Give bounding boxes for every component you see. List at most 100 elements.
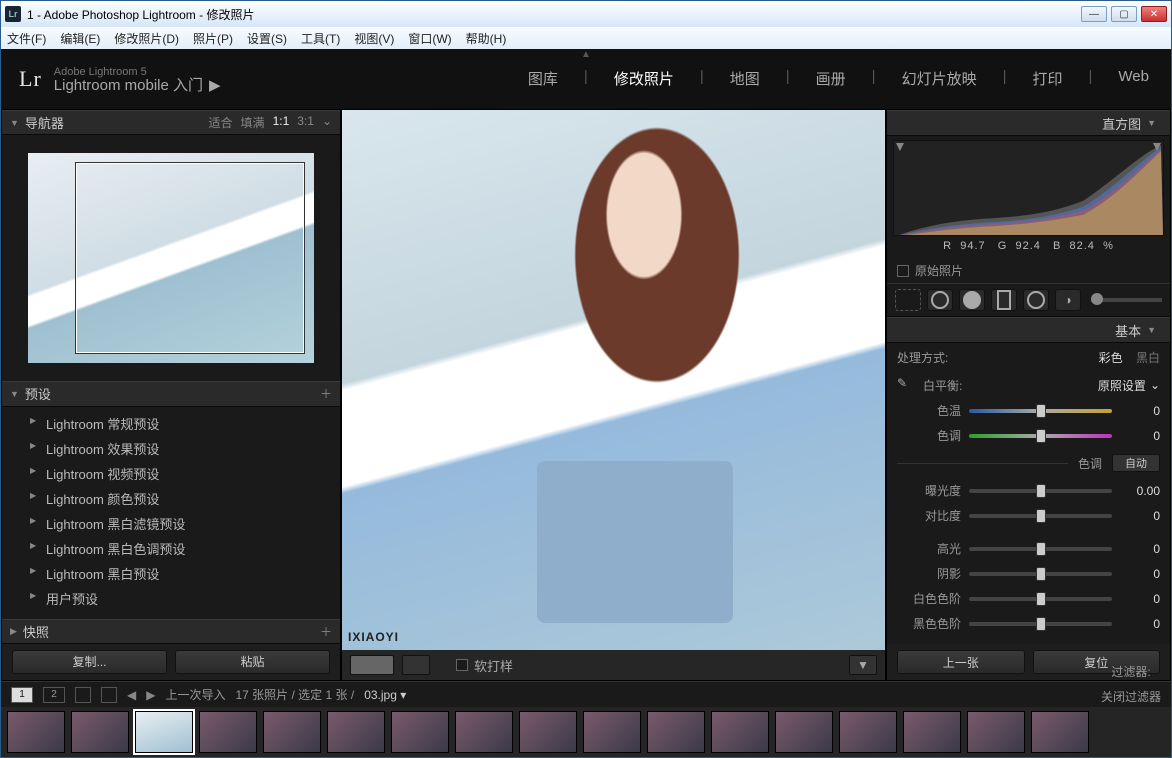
paste-button[interactable]: 粘贴 [175,650,330,674]
preset-item[interactable]: Lightroom 黑白色调预设 [2,536,340,561]
filmstrip-thumb[interactable] [263,711,321,753]
preset-item[interactable]: Lightroom 黑白滤镜预设 [2,511,340,536]
filmstrip-thumb[interactable] [71,711,129,753]
menu-help[interactable]: 帮助(H) [466,30,507,47]
preset-item[interactable]: Lightroom 效果预设 [2,436,340,461]
copy-button[interactable]: 复制... [12,650,167,674]
filmstrip-thumb[interactable] [647,711,705,753]
exposure-value[interactable]: 0.00 [1120,484,1160,498]
blacks-value[interactable]: 0 [1120,617,1160,631]
maximize-button[interactable]: ▢ [1111,6,1137,22]
tint-slider[interactable] [969,434,1112,438]
preset-item[interactable]: Lightroom 黑白预设 [2,561,340,586]
preset-item[interactable]: Lightroom 常规预设 [2,411,340,436]
tab-library[interactable]: 图库 [524,68,562,89]
brush-tool[interactable]: ◑ [1055,289,1081,311]
highlights-value[interactable]: 0 [1120,542,1160,556]
filmstrip-thumb[interactable] [327,711,385,753]
filename[interactable]: 03.jpg [364,688,397,702]
tint-value[interactable]: 0 [1120,429,1160,443]
navigator-frame[interactable] [76,163,304,353]
filmstrip-thumb[interactable] [519,711,577,753]
filmstrip-thumb[interactable] [839,711,897,753]
filmstrip-thumb[interactable] [1031,711,1089,753]
temp-value[interactable]: 0 [1120,404,1160,418]
menu-file[interactable]: 文件(F) [7,30,46,47]
process-bw[interactable]: 黑白 [1136,351,1160,365]
menu-tools[interactable]: 工具(T) [301,30,340,47]
spot-tool[interactable] [927,289,953,311]
screen1-button[interactable]: 1 [11,687,33,703]
sort-icon[interactable] [101,687,117,703]
blacks-slider[interactable] [969,622,1112,626]
before-after-button[interactable] [402,655,430,675]
preset-item[interactable]: Lightroom 视频预设 [2,461,340,486]
filmstrip-thumb[interactable] [775,711,833,753]
grid-icon[interactable] [75,687,91,703]
tool-slider[interactable] [1091,298,1162,302]
toolbar-menu-button[interactable]: ▼ [849,655,877,675]
tab-web[interactable]: Web [1114,68,1153,89]
tab-slideshow[interactable]: 幻灯片放映 [898,68,981,89]
filmstrip-thumb[interactable] [455,711,513,753]
add-snapshot-button[interactable]: ＋ [320,623,332,640]
tab-map[interactable]: 地图 [726,68,764,89]
zoom-dropdown-icon[interactable]: ⌄ [322,114,332,131]
exposure-slider[interactable] [969,489,1112,493]
zoom-3to1[interactable]: 3:1 [297,114,314,131]
top-grip-icon[interactable]: ▲ [581,49,591,60]
filter-dropdown[interactable]: 关闭过滤器 [1101,688,1161,705]
navigator-thumbnail[interactable] [28,153,314,363]
whites-slider[interactable] [969,597,1112,601]
preset-item[interactable]: Lightroom 颜色预设 [2,486,340,511]
import-label[interactable]: 上一次导入 [165,686,225,703]
contrast-slider[interactable] [969,514,1112,518]
process-color[interactable]: 彩色 [1099,351,1123,365]
zoom-fit[interactable]: 适合 [209,114,233,131]
temp-slider[interactable] [969,409,1112,413]
wb-dropdown[interactable]: 原照设置⌄ [1098,377,1160,394]
snapshots-header[interactable]: ▶ 快照 ＋ [2,619,340,644]
basic-header[interactable]: 基本 ▼ [887,317,1170,343]
gradient-tool[interactable] [991,289,1017,311]
filmstrip-thumb-selected[interactable] [135,711,193,753]
zoom-fill[interactable]: 填满 [241,114,265,131]
minimize-button[interactable]: — [1081,6,1107,22]
filmstrip-thumb[interactable] [199,711,257,753]
tab-book[interactable]: 画册 [812,68,850,89]
menu-edit[interactable]: 编辑(E) [60,30,100,47]
filmstrip-thumb[interactable] [711,711,769,753]
menu-settings[interactable]: 设置(S) [247,30,287,47]
shadows-slider[interactable] [969,572,1112,576]
softproof-checkbox[interactable]: 软打样 [456,656,513,675]
redeye-tool[interactable] [959,289,985,311]
shadows-value[interactable]: 0 [1120,567,1160,581]
contrast-value[interactable]: 0 [1120,509,1160,523]
histogram-header[interactable]: 直方图 ▼ [887,110,1170,136]
tab-print[interactable]: 打印 [1029,68,1067,89]
filmstrip-thumb[interactable] [7,711,65,753]
menu-photo[interactable]: 照片(P) [193,30,233,47]
histogram-chart[interactable] [893,140,1164,236]
auto-tone-button[interactable]: 自动 [1112,454,1160,472]
add-preset-button[interactable]: ＋ [320,385,332,402]
tab-develop[interactable]: 修改照片 [610,68,678,89]
filmstrip-thumb[interactable] [391,711,449,753]
brand-sub[interactable]: Lightroom mobile 入门 [54,79,203,93]
radial-tool[interactable] [1023,289,1049,311]
screen2-button[interactable]: 2 [43,687,65,703]
loupe-view-button[interactable] [350,655,394,675]
close-button[interactable]: ✕ [1141,6,1167,22]
original-photo-checkbox[interactable]: 原始照片 [887,258,1170,283]
next-icon[interactable]: ▶ [146,688,155,702]
crop-tool[interactable] [895,289,921,311]
navigator-header[interactable]: ▼ 导航器 适合 填满 1:1 3:1 ⌄ [2,110,340,135]
menu-view[interactable]: 视图(V) [354,30,394,47]
photo-viewport[interactable]: IXIAOYI [342,110,885,650]
filmstrip-thumb[interactable] [583,711,641,753]
previous-button[interactable]: 上一张 [897,650,1025,674]
menu-window[interactable]: 窗口(W) [408,30,451,47]
menu-develop[interactable]: 修改照片(D) [114,30,179,47]
prev-icon[interactable]: ◀ [127,688,136,702]
zoom-1to1[interactable]: 1:1 [273,114,290,131]
